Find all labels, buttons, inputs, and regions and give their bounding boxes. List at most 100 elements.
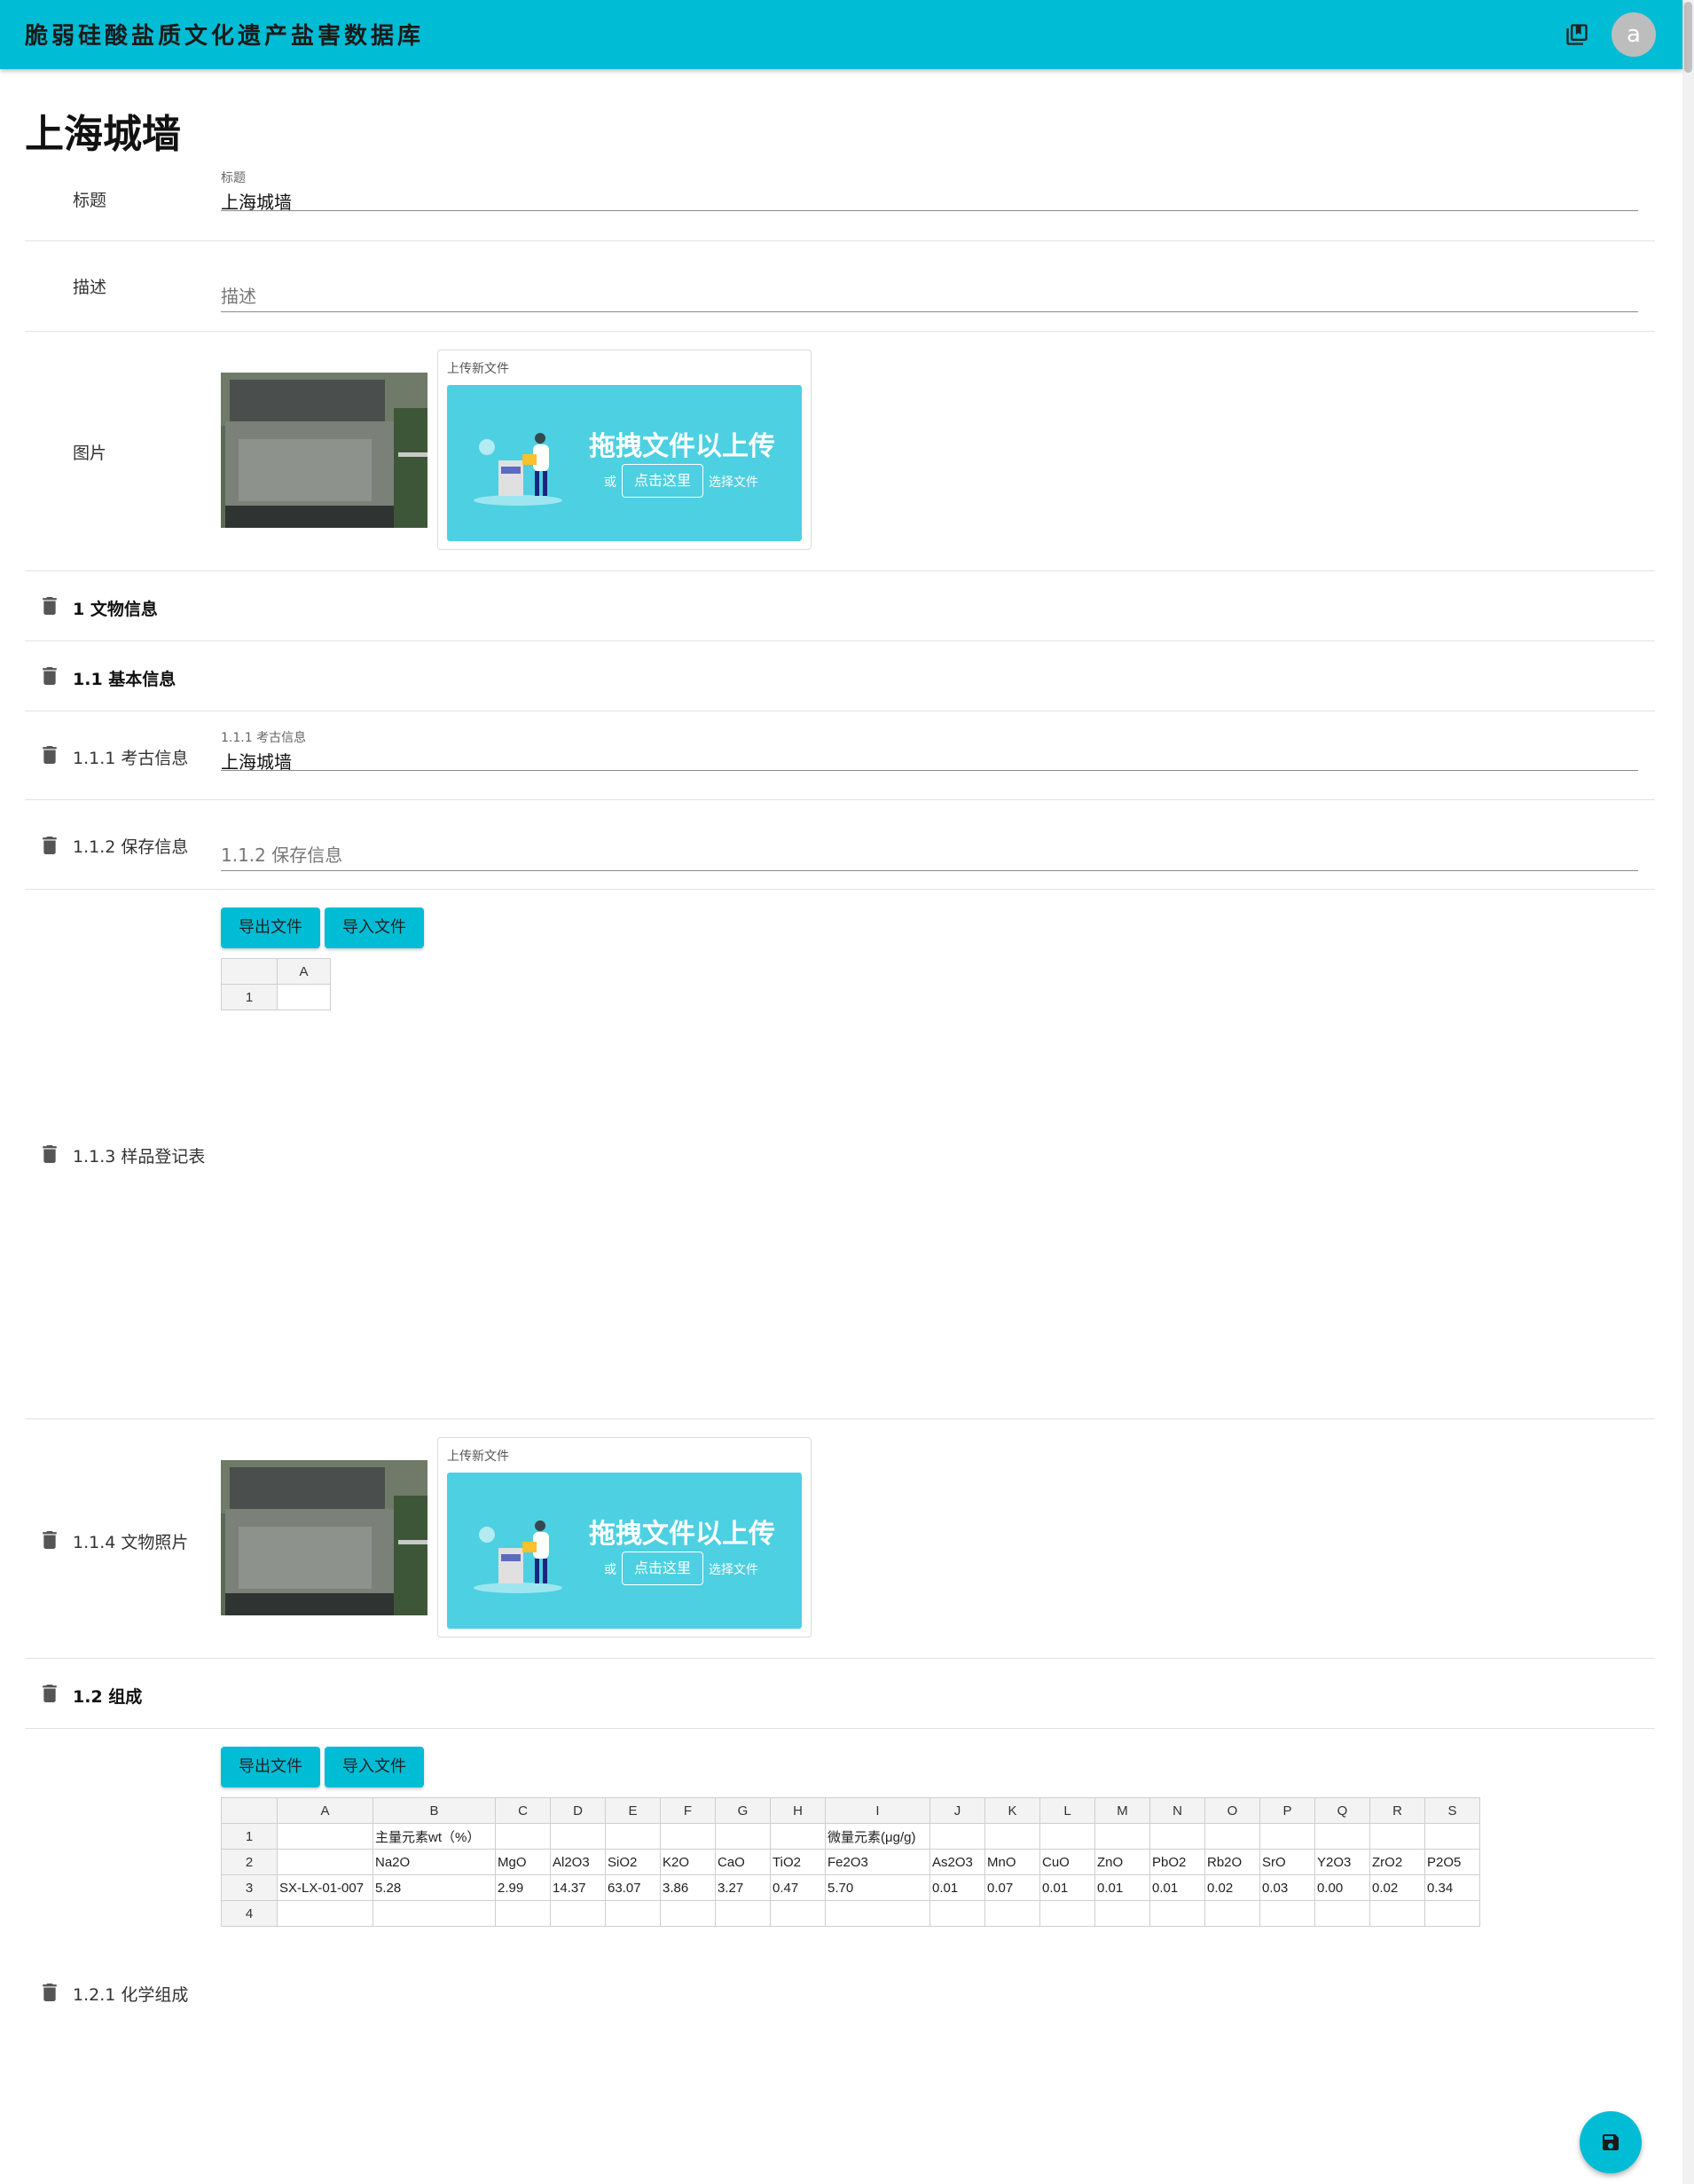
- artifact-thumbnail[interactable]: [221, 373, 427, 528]
- sheet-cell[interactable]: 0.34: [1424, 1874, 1480, 1901]
- sheet-cell[interactable]: 0.01: [929, 1874, 985, 1901]
- scrollbar-thumb[interactable]: [1684, 2, 1692, 73]
- column-header[interactable]: B: [373, 1797, 496, 1824]
- column-header[interactable]: N: [1149, 1797, 1205, 1824]
- delete-icon[interactable]: [43, 746, 57, 764]
- delete-icon[interactable]: [43, 1145, 57, 1163]
- title-field[interactable]: 标题 上海城墙: [221, 169, 1638, 213]
- sheet-cell[interactable]: [660, 1823, 716, 1850]
- sheet-cell[interactable]: 微量元素(μg/g): [825, 1823, 930, 1850]
- sheet-cell[interactable]: [1149, 1900, 1205, 1927]
- sheet-cell[interactable]: Rb2O: [1204, 1849, 1260, 1875]
- user-avatar[interactable]: a: [1612, 12, 1656, 57]
- sheet-cell[interactable]: [1259, 1900, 1315, 1927]
- sheet-cell[interactable]: ZnO: [1094, 1849, 1150, 1875]
- sheet-cell[interactable]: [550, 1823, 606, 1850]
- column-header[interactable]: F: [660, 1797, 716, 1824]
- column-header[interactable]: H: [770, 1797, 826, 1824]
- click-here-button[interactable]: 点击这里: [622, 464, 703, 498]
- sheet-cell[interactable]: [1094, 1900, 1150, 1927]
- image-dropzone[interactable]: 拖拽文件以上传 或 点击这里 选择文件: [447, 385, 802, 541]
- sheet-cell[interactable]: MnO: [984, 1849, 1040, 1875]
- sheet-cell[interactable]: MgO: [495, 1849, 551, 1875]
- column-header[interactable]: C: [495, 1797, 551, 1824]
- row-header[interactable]: 1: [221, 1823, 278, 1850]
- column-header[interactable]: P: [1259, 1797, 1315, 1824]
- delete-icon[interactable]: [43, 1531, 57, 1549]
- chemical-composition-sheet[interactable]: A B C D E F G H I J K L M N O P Q R S 1 主量元素wt（%） 微量元素(μg/g) 2…: [221, 1797, 1480, 1927]
- sheet-cell[interactable]: [984, 1823, 1040, 1850]
- sheet-cell[interactable]: 14.37: [550, 1874, 606, 1901]
- delete-icon[interactable]: [43, 837, 57, 854]
- sheet-cell[interactable]: ZrO2: [1369, 1849, 1425, 1875]
- delete-icon[interactable]: [43, 667, 57, 685]
- sheet-cell[interactable]: [277, 1849, 373, 1875]
- delete-icon[interactable]: [43, 1685, 57, 1702]
- sheet-cell[interactable]: SX-LX-01-007: [277, 1874, 373, 1901]
- sheet-cell[interactable]: [373, 1900, 496, 1927]
- sheet-cell[interactable]: [1314, 1823, 1370, 1850]
- sheet-cell[interactable]: Fe2O3: [825, 1849, 930, 1875]
- sheet-cell[interactable]: 0.02: [1204, 1874, 1260, 1901]
- column-header[interactable]: L: [1039, 1797, 1095, 1824]
- sheet-cell[interactable]: 0.01: [1149, 1874, 1205, 1901]
- sheet-cell[interactable]: [770, 1900, 826, 1927]
- column-header[interactable]: G: [715, 1797, 771, 1824]
- row-header[interactable]: 4: [221, 1900, 278, 1927]
- sheet-cell[interactable]: [984, 1900, 1040, 1927]
- sheet-cell[interactable]: [1039, 1900, 1095, 1927]
- column-header[interactable]: K: [984, 1797, 1040, 1824]
- sheet-cell[interactable]: As2O3: [929, 1849, 985, 1875]
- sheet-cell[interactable]: [277, 1823, 373, 1850]
- sheet-cell[interactable]: CaO: [715, 1849, 771, 1875]
- delete-icon[interactable]: [43, 1984, 57, 2001]
- sheet-cell[interactable]: [550, 1900, 606, 1927]
- sheet-cell[interactable]: [1259, 1823, 1315, 1850]
- sheet-cell[interactable]: [715, 1900, 771, 1927]
- sheet-cell[interactable]: P2O5: [1424, 1849, 1480, 1875]
- column-header[interactable]: A: [277, 958, 331, 985]
- row-header[interactable]: 2: [221, 1849, 278, 1875]
- sheet-cell[interactable]: 0.47: [770, 1874, 826, 1901]
- sheet-cell[interactable]: [605, 1823, 661, 1850]
- sheet-cell[interactable]: [929, 1823, 985, 1850]
- sheet-cell[interactable]: 3.27: [715, 1874, 771, 1901]
- sheet-cell[interactable]: [1094, 1823, 1150, 1850]
- sheet-cell[interactable]: 3.86: [660, 1874, 716, 1901]
- sample-register-sheet[interactable]: A 1: [221, 958, 331, 1010]
- sheet-cell[interactable]: Na2O: [373, 1849, 496, 1875]
- sheet-cell[interactable]: SrO: [1259, 1849, 1315, 1875]
- sheet-cell[interactable]: [1314, 1900, 1370, 1927]
- column-header[interactable]: E: [605, 1797, 661, 1824]
- sheet-cell[interactable]: [1204, 1823, 1260, 1850]
- sheet-cell[interactable]: [277, 984, 331, 1010]
- save-button[interactable]: [1580, 2111, 1642, 2173]
- sheet-cell[interactable]: [825, 1900, 930, 1927]
- export-file-button[interactable]: 导出文件: [221, 907, 320, 948]
- sheet-cell[interactable]: [605, 1900, 661, 1927]
- sheet-cell[interactable]: [1424, 1823, 1480, 1850]
- sheet-cell[interactable]: PbO2: [1149, 1849, 1205, 1875]
- sheet-cell[interactable]: [1039, 1823, 1095, 1850]
- sheet-cell[interactable]: 5.28: [373, 1874, 496, 1901]
- sheet-cell[interactable]: 0.02: [1369, 1874, 1425, 1901]
- sheet-cell[interactable]: 0.07: [984, 1874, 1040, 1901]
- sheet-cell[interactable]: K2O: [660, 1849, 716, 1875]
- sheet-cell[interactable]: 2.99: [495, 1874, 551, 1901]
- column-header[interactable]: I: [825, 1797, 930, 1824]
- row-header[interactable]: 3: [221, 1874, 278, 1901]
- sheet-cell[interactable]: [929, 1900, 985, 1927]
- sheet-cell[interactable]: [495, 1823, 551, 1850]
- archaeology-info-field[interactable]: 1.1.1 考古信息 上海城墙: [221, 728, 1638, 773]
- click-here-button[interactable]: 点击这里: [622, 1552, 703, 1585]
- sheet-cell[interactable]: SiO2: [605, 1849, 661, 1875]
- sheet-cell[interactable]: [1369, 1823, 1425, 1850]
- sheet-cell[interactable]: 主量元素wt（%）: [373, 1823, 496, 1850]
- sheet-cell[interactable]: [495, 1900, 551, 1927]
- library-books-icon[interactable]: [1565, 22, 1589, 47]
- sheet-cell[interactable]: [277, 1900, 373, 1927]
- page-scrollbar[interactable]: [1682, 0, 1694, 2184]
- sheet-cell[interactable]: TiO2: [770, 1849, 826, 1875]
- photo-dropzone[interactable]: 拖拽文件以上传 或 点击这里 选择文件: [447, 1473, 802, 1629]
- sheet-cell[interactable]: [715, 1823, 771, 1850]
